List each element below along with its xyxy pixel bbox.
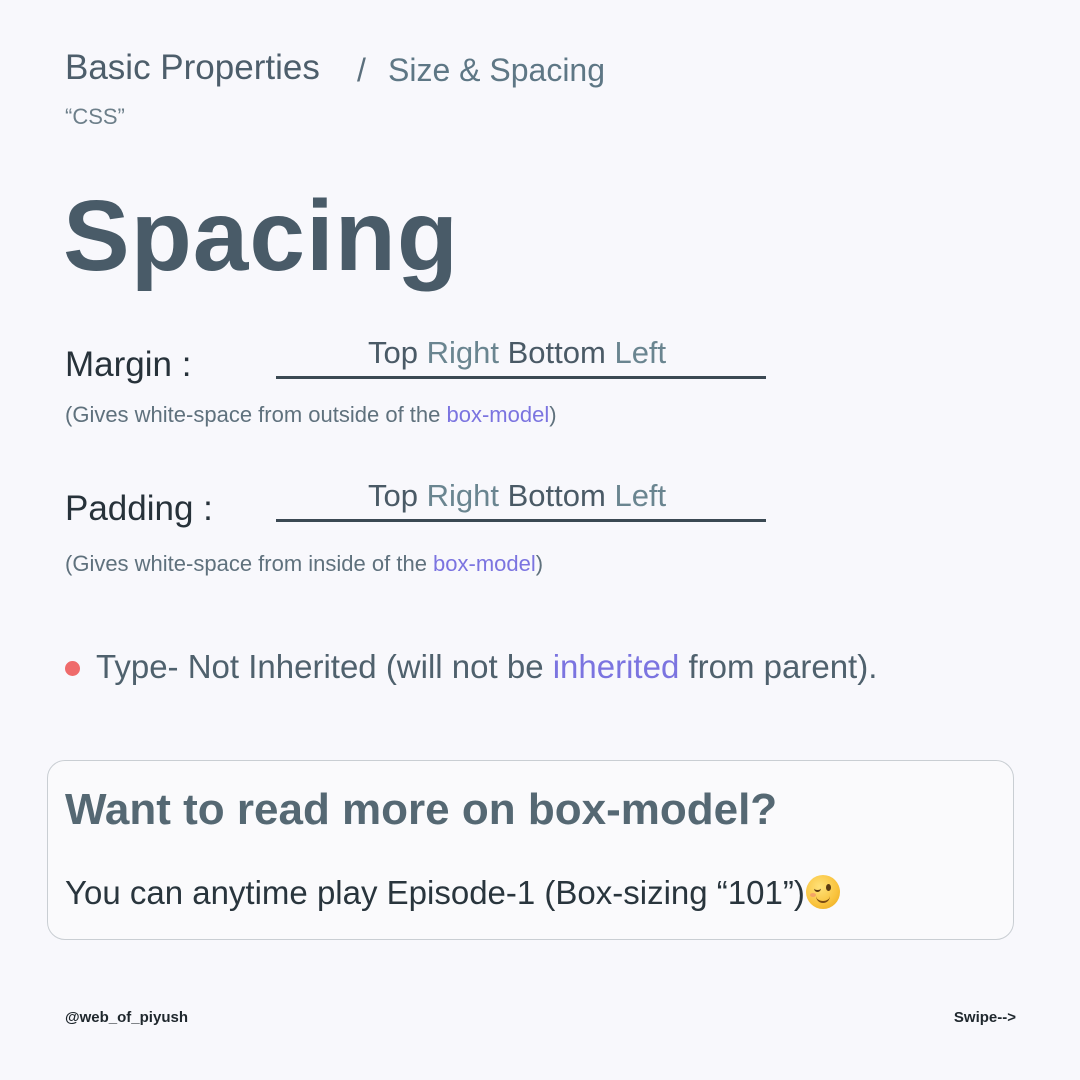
bullet-dot-icon xyxy=(65,661,80,676)
breadcrumb-separator: / xyxy=(357,52,366,88)
inherited-link[interactable]: inherited xyxy=(553,648,680,685)
author-handle[interactable]: @web_of_piyush xyxy=(65,1009,188,1026)
padding-desc-prefix: (Gives white-space from inside of the xyxy=(65,551,434,576)
padding-box-model-link[interactable]: box-model xyxy=(433,551,536,576)
margin-value-left: Left xyxy=(614,335,667,370)
margin-description: (Gives white-space from outside of the b… xyxy=(65,402,557,428)
margin-value-right: Right xyxy=(426,335,499,370)
padding-desc-suffix: ) xyxy=(535,551,544,576)
language-tag: “CSS” xyxy=(65,104,125,129)
padding-value-bottom: Bottom xyxy=(507,478,606,513)
card-body-text: You can anytime play Episode-1 (Box-sizi… xyxy=(65,874,805,911)
padding-underline xyxy=(276,519,766,522)
margin-value-top: Top xyxy=(368,335,418,370)
margin-box-model-link[interactable]: box-model xyxy=(447,402,550,427)
margin-underline xyxy=(276,376,766,379)
inheritance-prefix: Type- Not Inherited (will not be xyxy=(96,648,553,685)
inheritance-note: Type- Not Inherited (will not be inherit… xyxy=(96,648,877,686)
inheritance-suffix: from parent). xyxy=(679,648,878,685)
margin-label: Margin : xyxy=(65,345,192,384)
margin-values: Top Right Bottom Left xyxy=(368,335,666,371)
page-title: Spacing xyxy=(63,180,459,292)
breadcrumb-sub: Size & Spacing xyxy=(388,52,606,88)
padding-value-left: Left xyxy=(614,478,667,513)
padding-value-right: Right xyxy=(426,478,499,513)
card-body: You can anytime play Episode-1 (Box-sizi… xyxy=(65,874,840,912)
margin-value-bottom: Bottom xyxy=(507,335,606,370)
padding-value-top: Top xyxy=(368,478,418,513)
padding-label: Padding : xyxy=(65,489,213,528)
card-title: Want to read more on box-model? xyxy=(65,785,778,834)
margin-desc-suffix: ) xyxy=(549,402,557,427)
padding-values: Top Right Bottom Left xyxy=(368,478,666,514)
padding-description: (Gives white-space from inside of the bo… xyxy=(65,551,543,577)
margin-desc-prefix: (Gives white-space from outside of the xyxy=(65,402,447,427)
swipe-hint: Swipe--> xyxy=(953,1009,1016,1026)
breadcrumb-main: Basic Properties xyxy=(65,48,320,87)
winking-face-icon xyxy=(805,875,840,909)
